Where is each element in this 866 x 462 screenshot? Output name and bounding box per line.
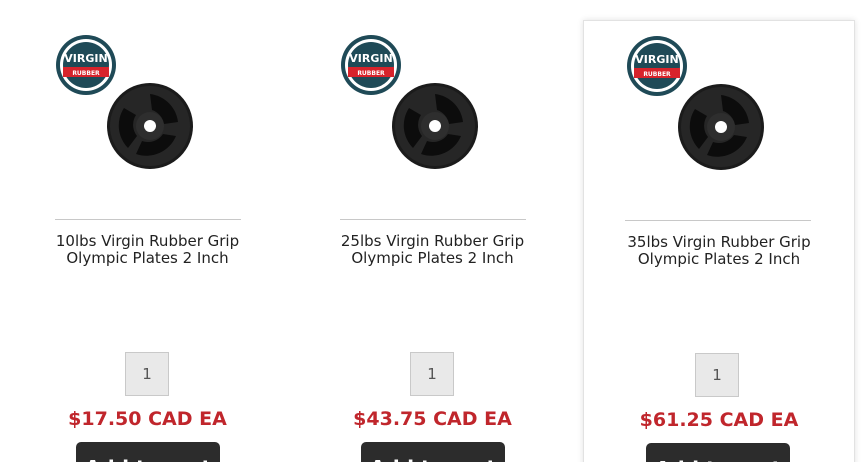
divider xyxy=(340,219,526,220)
quantity-input[interactable]: 1 xyxy=(695,353,739,397)
product-card: VIRGIN RUBBER 25lbs Virgin Rubber Grip O… xyxy=(285,0,570,462)
badge-top-text: VIRGIN xyxy=(635,53,678,66)
product-title[interactable]: 35lbs Virgin Rubber Grip Olympic Plates … xyxy=(589,234,849,268)
price-label: $61.25 CAD EA xyxy=(639,409,799,431)
add-to-cart-button[interactable]: Add to cart xyxy=(646,443,790,462)
add-to-cart-button[interactable]: Add to cart xyxy=(76,442,220,462)
product-title[interactable]: 25lbs Virgin Rubber Grip Olympic Plates … xyxy=(305,233,560,267)
add-to-cart-button[interactable]: Add to cart xyxy=(361,442,505,462)
weight-plate-icon xyxy=(107,83,193,169)
weight-plate-icon xyxy=(392,83,478,169)
product-title-line-1: 10lbs Virgin Rubber Grip xyxy=(55,232,240,250)
divider xyxy=(625,220,811,221)
divider xyxy=(55,219,241,220)
badge-bottom-text: RUBBER xyxy=(72,70,100,77)
price-label: $17.50 CAD EA xyxy=(68,408,227,430)
product-card-hovered: VIRGIN RUBBER 35lbs Virgin Rubber Grip O… xyxy=(583,20,855,462)
product-title-line-2: Olympic Plates 2 Inch xyxy=(66,249,229,267)
badge-top-text: VIRGIN xyxy=(349,52,392,65)
product-card: VIRGIN RUBBER 10lbs Virgin Rubber Grip O… xyxy=(0,0,285,462)
quantity-input[interactable]: 1 xyxy=(125,352,169,396)
badge-top-text: VIRGIN xyxy=(64,52,107,65)
product-grid: VIRGIN RUBBER 10lbs Virgin Rubber Grip O… xyxy=(0,0,866,462)
price-label: $43.75 CAD EA xyxy=(353,408,512,430)
badge-bottom-text: RUBBER xyxy=(357,70,385,77)
weight-plate-icon xyxy=(678,84,764,170)
quantity-input[interactable]: 1 xyxy=(410,352,454,396)
badge-bottom-text: RUBBER xyxy=(643,71,671,78)
product-title-line-2: Olympic Plates 2 Inch xyxy=(351,249,514,267)
product-title-line-2: Olympic Plates 2 Inch xyxy=(637,250,801,268)
product-title[interactable]: 10lbs Virgin Rubber Grip Olympic Plates … xyxy=(20,233,275,267)
product-title-line-1: 25lbs Virgin Rubber Grip xyxy=(340,232,525,250)
product-title-line-1: 35lbs Virgin Rubber Grip xyxy=(627,233,811,251)
